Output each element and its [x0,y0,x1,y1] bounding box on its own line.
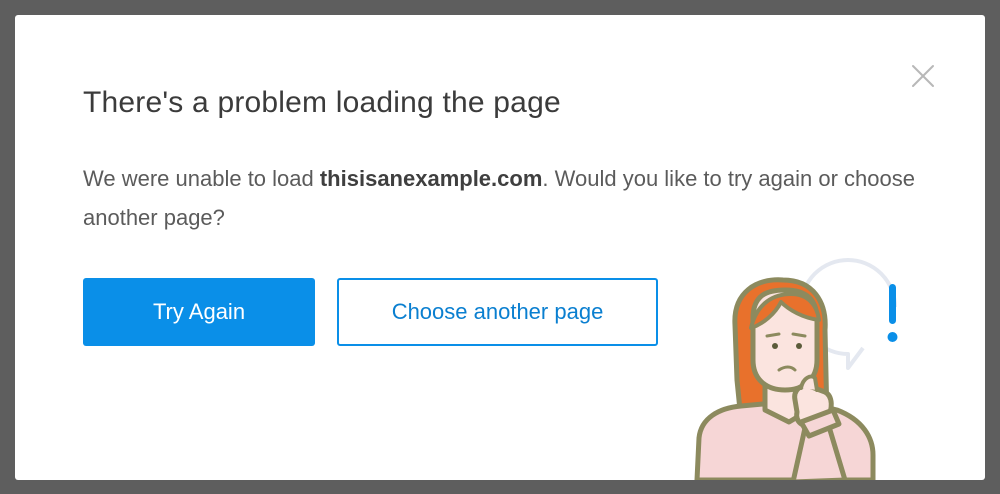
failed-domain: thisisanexample.com [319,166,543,191]
message-text-before: We were unable to load [83,166,320,191]
confused-person-illustration [694,258,898,480]
choose-another-page-button[interactable]: Choose another page [337,278,658,346]
error-dialog: There's a problem loading the page We we… [15,15,985,480]
dialog-message: We were unable to load thisisanexample.c… [83,159,923,237]
close-button[interactable] [910,63,936,89]
try-again-button[interactable]: Try Again [83,278,315,346]
dialog-title: There's a problem loading the page [83,86,561,119]
close-icon [912,65,934,87]
